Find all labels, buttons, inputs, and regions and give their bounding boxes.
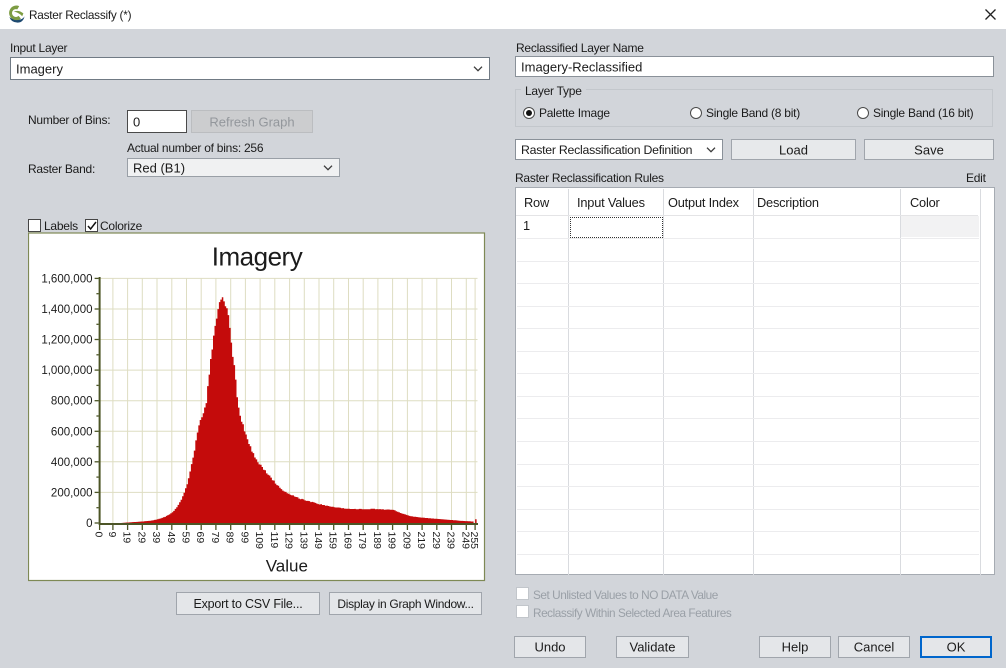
svg-text:179: 179 xyxy=(356,532,368,550)
svg-text:129: 129 xyxy=(283,532,295,550)
svg-text:109: 109 xyxy=(253,532,265,550)
svg-text:169: 169 xyxy=(342,532,354,550)
svg-text:800,000: 800,000 xyxy=(51,396,93,408)
svg-text:219: 219 xyxy=(415,532,427,550)
svg-text:139: 139 xyxy=(297,532,309,550)
svg-text:89: 89 xyxy=(224,532,236,544)
svg-text:159: 159 xyxy=(327,532,339,550)
svg-text:119: 119 xyxy=(268,532,280,549)
svg-text:239: 239 xyxy=(445,532,457,550)
svg-text:29: 29 xyxy=(135,532,147,544)
svg-text:189: 189 xyxy=(371,532,383,550)
svg-text:209: 209 xyxy=(400,532,412,550)
svg-text:199: 199 xyxy=(386,532,398,550)
svg-text:149: 149 xyxy=(312,532,324,550)
svg-text:1,000,000: 1,000,000 xyxy=(41,365,92,377)
svg-text:79: 79 xyxy=(209,532,221,544)
svg-text:Value: Value xyxy=(266,556,308,575)
svg-text:Imagery: Imagery xyxy=(212,242,303,272)
svg-text:0: 0 xyxy=(93,532,105,538)
svg-text:229: 229 xyxy=(430,532,442,550)
svg-text:0: 0 xyxy=(86,518,92,530)
svg-text:1,600,000: 1,600,000 xyxy=(41,273,92,285)
svg-text:600,000: 600,000 xyxy=(51,426,93,438)
svg-text:255: 255 xyxy=(468,532,480,550)
svg-text:9: 9 xyxy=(106,532,118,538)
svg-text:49: 49 xyxy=(165,532,177,544)
svg-text:99: 99 xyxy=(238,532,250,544)
svg-text:69: 69 xyxy=(194,532,206,544)
svg-text:400,000: 400,000 xyxy=(51,457,93,469)
svg-text:1,200,000: 1,200,000 xyxy=(41,335,92,347)
svg-text:19: 19 xyxy=(121,532,133,544)
svg-text:200,000: 200,000 xyxy=(51,487,93,499)
svg-text:1,400,000: 1,400,000 xyxy=(41,304,92,316)
svg-text:39: 39 xyxy=(150,532,162,544)
svg-text:59: 59 xyxy=(180,532,192,544)
